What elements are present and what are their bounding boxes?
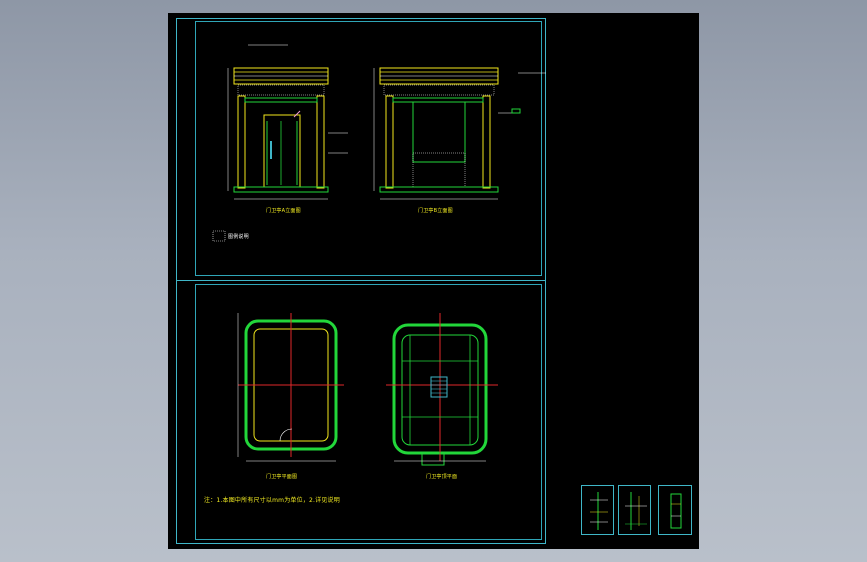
roof-plan — [386, 313, 498, 466]
legend-swatch — [212, 230, 226, 242]
thumbnail-2-drawing — [625, 492, 647, 530]
sheet-thumbnail-1[interactable] — [581, 485, 614, 535]
sheet-thumbnail-2[interactable] — [618, 485, 651, 535]
elevation-drawings — [212, 44, 546, 466]
sheet-thumbnail-3[interactable] — [658, 485, 692, 535]
legend-label: 图例说明 — [228, 234, 249, 240]
drawing-note: 注：1.本图中所有尺寸以mm为单位，2.详见说明 — [204, 497, 340, 504]
elevation-b — [373, 67, 546, 200]
view-title-elevation-a: 门卫亭A立面图 — [266, 208, 301, 214]
drawing-sheet: 门卫亭A立面图 门卫亭B立面图 图例说明 门卫亭平面图 门卫亭顶平面 注：1.本… — [168, 13, 699, 549]
view-title-elevation-b: 门卫亭B立面图 — [418, 208, 453, 214]
view-title-roof: 门卫亭顶平面 — [426, 474, 458, 480]
plan-view — [237, 313, 344, 462]
elevation-a — [227, 44, 348, 200]
thumbnail-3-drawing — [670, 493, 682, 529]
thumbnail-1-drawing — [590, 492, 608, 530]
view-title-plan: 门卫亭平面图 — [266, 474, 298, 480]
